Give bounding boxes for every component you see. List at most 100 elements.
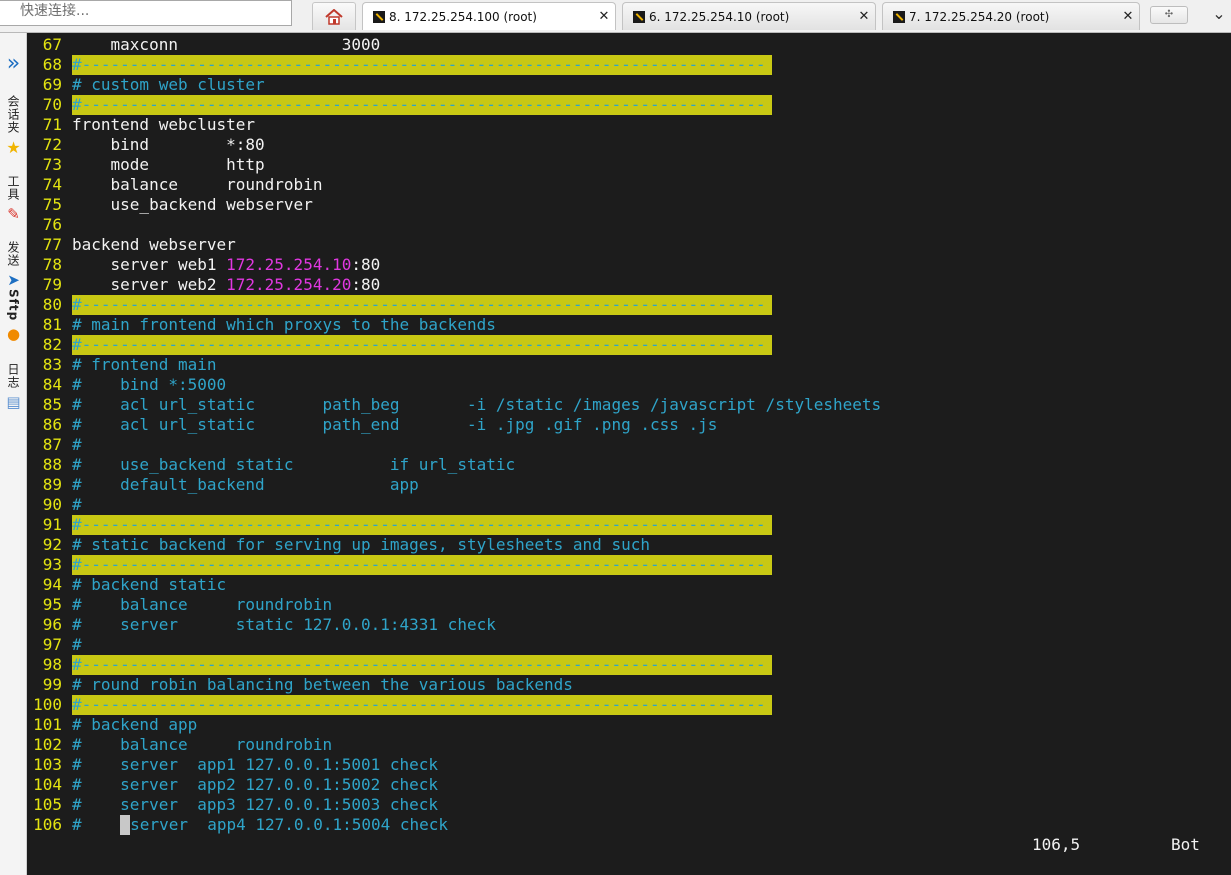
code-line: 95 # balance roundrobin xyxy=(28,595,332,615)
close-icon[interactable]: ✕ xyxy=(1117,9,1139,24)
line-number: 78 xyxy=(42,255,62,274)
sftp-icon: ● xyxy=(6,325,21,344)
quick-connect-input[interactable]: 快速连接... xyxy=(0,0,292,26)
sidebar-item-sftp[interactable]: Sftp ● xyxy=(0,289,27,343)
terminal-icon xyxy=(633,10,645,23)
line-number: 87 xyxy=(42,435,62,454)
code-line: 96 # server static 127.0.0.1:4331 check xyxy=(28,615,496,635)
comment-text: # xyxy=(72,635,82,654)
text-cursor xyxy=(120,815,131,835)
code-line: 102 # balance roundrobin xyxy=(28,735,332,755)
code-line: 88 # use_backend static if url_static xyxy=(28,455,515,475)
code-line: 94 # backend static xyxy=(28,575,226,595)
tab-label: 7. 172.25.254.20 (root) xyxy=(909,9,1050,24)
code-line: 81 # main frontend which proxys to the ba… xyxy=(28,315,496,335)
separator-line: #---------------------------------------… xyxy=(72,335,772,355)
comment-text: # xyxy=(72,815,121,834)
separator-line: #---------------------------------------… xyxy=(72,655,772,675)
comment-text: # backend app xyxy=(72,715,198,734)
code-text: mode http xyxy=(72,155,265,174)
code-line: 75 use_backend webserver xyxy=(28,195,313,215)
sidebar-item-send[interactable]: 发送 ➤ xyxy=(0,241,27,289)
code-line: 79 server web2 172.25.254.20:80 xyxy=(28,275,381,295)
comment-text: # server app1 127.0.0.1:5001 check xyxy=(72,755,439,774)
separator-line: #---------------------------------------… xyxy=(72,95,772,115)
code-line: 91 #-------------------------------------… xyxy=(28,515,772,535)
cursor-position: 106,5 xyxy=(1032,835,1081,854)
code-line: 82 #-------------------------------------… xyxy=(28,335,772,355)
line-number: 83 xyxy=(42,355,62,374)
code-line: 100 #------------------------------------… xyxy=(28,695,772,715)
line-number: 70 xyxy=(42,95,62,114)
code-line: 90 # xyxy=(28,495,82,515)
line-number: 67 xyxy=(42,35,62,54)
ip-address: 172.25.254.20 xyxy=(226,275,352,294)
line-number: 95 xyxy=(42,595,62,614)
expand-sidebar-icon[interactable]: » xyxy=(0,51,27,76)
code-line: 77 backend webserver xyxy=(28,235,236,255)
comment-text: # bind *:5000 xyxy=(72,375,227,394)
terminal-pane[interactable]: 67 maxconn 3000 68 #----------------------… xyxy=(28,33,1231,875)
line-number: 81 xyxy=(42,315,62,334)
code-line: 72 bind *:80 xyxy=(28,135,265,155)
code-line: 93 #-------------------------------------… xyxy=(28,555,772,575)
sidebar-item-tools[interactable]: 工具 ✎ xyxy=(0,175,27,223)
code-text: frontend webcluster xyxy=(72,115,256,134)
tab-list-dropdown-icon[interactable]: ⌄ xyxy=(1207,0,1231,28)
comment-text: # xyxy=(72,495,82,514)
terminal-icon xyxy=(373,10,385,23)
line-number: 90 xyxy=(42,495,62,514)
comment-text: # frontend main xyxy=(72,355,217,374)
code-text: server web2 xyxy=(72,275,227,294)
home-button[interactable] xyxy=(312,2,356,30)
new-tab-button[interactable]: ✣ xyxy=(1150,6,1188,24)
code-text: use_backend webserver xyxy=(72,195,313,214)
line-number: 101 xyxy=(33,715,62,734)
tab-session-6[interactable]: 6. 172.25.254.10 (root) ✕ xyxy=(622,2,876,30)
line-number: 74 xyxy=(42,175,62,194)
line-number: 82 xyxy=(42,335,62,354)
comment-text: # backend static xyxy=(72,575,227,594)
close-icon[interactable]: ✕ xyxy=(853,9,875,24)
code-line: 98 #-------------------------------------… xyxy=(28,655,772,675)
code-line: 78 server web1 172.25.254.10:80 xyxy=(28,255,381,275)
line-number: 71 xyxy=(42,115,62,134)
sidebar-item-log[interactable]: 日志 ▤ xyxy=(0,363,27,411)
code-text: maxconn 3000 xyxy=(72,35,381,54)
comment-text: server app4 127.0.0.1:5004 check xyxy=(130,815,449,834)
tab-session-8[interactable]: 8. 172.25.254.100 (root) ✕ xyxy=(362,2,616,30)
line-number: 102 xyxy=(33,735,62,754)
line-number: 97 xyxy=(42,635,62,654)
line-number: 69 xyxy=(42,75,62,94)
comment-text: # static backend for serving up images, … xyxy=(72,535,650,554)
separator-line: #---------------------------------------… xyxy=(72,55,772,75)
code-text: bind *:80 xyxy=(72,135,265,154)
line-number: 73 xyxy=(42,155,62,174)
tab-session-7[interactable]: 7. 172.25.254.20 (root) ✕ xyxy=(882,2,1140,30)
comment-text: # round robin balancing between the vari… xyxy=(72,675,573,694)
line-number: 77 xyxy=(42,235,62,254)
line-number: 75 xyxy=(42,195,62,214)
code-line: 69 # custom web cluster xyxy=(28,75,265,95)
sidebar-item-sessions[interactable]: 会话夹 ★ xyxy=(0,95,27,157)
comment-text: # use_backend static if url_static xyxy=(72,455,516,474)
separator-line: #---------------------------------------… xyxy=(72,515,772,535)
line-number: 68 xyxy=(42,55,62,74)
sidebar-label: 工具 xyxy=(6,175,20,201)
line-number: 96 xyxy=(42,615,62,634)
close-icon[interactable]: ✕ xyxy=(593,9,615,24)
code-line: 101 # backend app xyxy=(28,715,197,735)
code-line: 83 # frontend main xyxy=(28,355,217,375)
comment-text: # custom web cluster xyxy=(72,75,265,94)
code-line: 67 maxconn 3000 xyxy=(28,35,381,55)
code-line: 80 #-------------------------------------… xyxy=(28,295,772,315)
comment-text: # server app3 127.0.0.1:5003 check xyxy=(72,795,439,814)
tab-label: 6. 172.25.254.10 (root) xyxy=(649,9,790,24)
code-text: :80 xyxy=(351,255,381,274)
line-number: 84 xyxy=(42,375,62,394)
comment-text: # server app2 127.0.0.1:5002 check xyxy=(72,775,439,794)
code-line: 86 # acl url_static path_end -i .jpg .gif… xyxy=(28,415,718,435)
terminal-icon xyxy=(893,10,905,23)
line-number: 88 xyxy=(42,455,62,474)
sidebar-label: 发送 xyxy=(6,241,20,267)
